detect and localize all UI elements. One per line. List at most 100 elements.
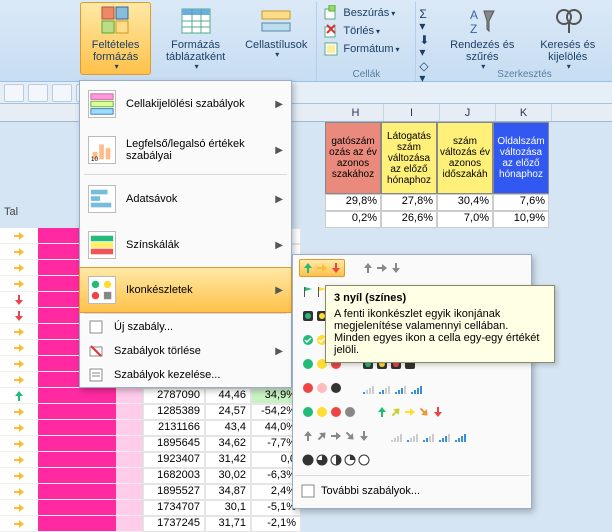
cell[interactable]: 34,87 (205, 484, 251, 500)
cell[interactable]: 31,42 (205, 452, 251, 468)
tooltip: 3 nyíl (színes) A fenti ikonkészlet egyi… (325, 285, 555, 363)
tool-btn[interactable] (4, 84, 24, 102)
col-i[interactable]: I (384, 104, 440, 121)
clear-icon[interactable]: ◇ ▾ (419, 60, 434, 84)
format-icon (323, 41, 339, 57)
trend-icon (0, 484, 38, 500)
find-icon (552, 5, 584, 37)
icon-set-option[interactable] (387, 451, 393, 469)
cell[interactable]: 30,02 (205, 468, 251, 484)
menu-manage-rules[interactable]: Szabályok kezelése... (80, 363, 291, 387)
format-as-table-button[interactable]: Formázás táblázatként▾ (155, 2, 236, 75)
trend-icon (0, 500, 38, 516)
icon-set-option[interactable] (299, 427, 373, 445)
cell[interactable]: -2,1% (251, 516, 301, 532)
tool-btn[interactable] (52, 84, 72, 102)
data-bar (38, 436, 143, 452)
cell[interactable]: 43,4 (205, 420, 251, 436)
highlight-icon (88, 90, 116, 118)
find-select-label: Keresés és kijelölés (532, 39, 603, 63)
table-icon (180, 5, 212, 37)
colorscales-icon (88, 231, 116, 259)
find-select-button[interactable]: Keresés és kijelölés▾ (527, 2, 608, 75)
sigma-icon[interactable]: Σ ▾ (419, 8, 434, 32)
more-rules[interactable]: További szabályok... (299, 480, 525, 502)
trend-icon (0, 308, 38, 324)
delete-button[interactable]: Törlés▾ (321, 22, 411, 40)
iconsets-icon (88, 276, 116, 304)
menu-new-rule[interactable]: Új szabály... (80, 315, 291, 339)
sort-filter-label: Rendezés és szűrés (446, 39, 518, 63)
cell[interactable]: 1737245 (143, 516, 205, 532)
menu-color-scales[interactable]: Színskálák▶ (80, 222, 291, 268)
group-label-cells: Cellák (317, 69, 415, 80)
ribbon: Feltételes formázás▾ Formázás táblázatké… (0, 0, 612, 82)
cell[interactable]: 44,46 (205, 388, 251, 404)
menu-highlight-rules[interactable]: Cellakijelölési szabályok▶ (80, 81, 291, 127)
cell[interactable]: 34,62 (205, 436, 251, 452)
cell[interactable]: 1895645 (143, 436, 205, 452)
menu-clear-rules[interactable]: Szabályok törlése▶ (80, 339, 291, 363)
manage-rules-icon (88, 367, 104, 383)
cond-fmt-icon (100, 5, 132, 37)
trend-icon (0, 260, 38, 276)
autosum-col: Σ ▾ ⬇ ▾ ◇ ▾ (416, 2, 437, 81)
data-bar (38, 516, 143, 532)
hdr-cell: szám változás év azonos időszakáh (437, 122, 493, 194)
icon-set-option[interactable] (359, 259, 405, 277)
insert-button[interactable]: Beszúrás▾ (321, 4, 411, 22)
cell[interactable]: 1734707 (143, 500, 205, 516)
fill-icon[interactable]: ⬇ ▾ (419, 34, 434, 58)
cell[interactable]: 24,57 (205, 404, 251, 420)
cell[interactable]: 1895527 (143, 484, 205, 500)
clear-rules-icon (88, 343, 104, 359)
row-label: Tal (4, 206, 18, 218)
cond-fmt-menu: Cellakijelölési szabályok▶ 10 Legfelső/l… (79, 80, 292, 388)
cell[interactable]: 2131166 (143, 420, 205, 436)
hdr-cell: gatószám ozás az év azonos szakához (325, 122, 381, 194)
hdr-cell: Látogatás szám változása az előző hónaph… (381, 122, 437, 194)
trend-icon (0, 372, 38, 388)
cell[interactable]: 31,71 (205, 516, 251, 532)
group-label-edit: Szerkesztés (437, 69, 612, 80)
icon-set-option[interactable] (373, 403, 447, 421)
tooltip-body: A fenti ikonkészlet egyik ikonjának megj… (334, 308, 546, 356)
hdr-cell: Oldalszám változása az előző hónaphoz (493, 122, 549, 194)
cell[interactable]: 1285389 (143, 404, 205, 420)
col-k[interactable]: K (496, 104, 552, 121)
data-bar (38, 388, 143, 404)
tool-btn[interactable] (28, 84, 48, 102)
tooltip-title: 3 nyíl (színes) (334, 292, 546, 304)
cell-styles-button[interactable]: Cellastílusok▾ (240, 2, 312, 75)
trend-icon (0, 292, 38, 308)
cond-fmt-label: Feltételes formázás (85, 39, 146, 63)
icon-set-option[interactable] (299, 379, 345, 397)
fmt-table-label: Formázás táblázatként (160, 39, 231, 63)
cell[interactable]: 1923407 (143, 452, 205, 468)
menu-data-bars[interactable]: Adatsávok▶ (80, 176, 291, 222)
col-j[interactable]: J (440, 104, 496, 121)
icon-set-option[interactable] (359, 379, 427, 397)
data-bar (38, 404, 143, 420)
sort-filter-button[interactable]: AZ Rendezés és szűrés▾ (441, 2, 523, 75)
trend-icon (0, 436, 38, 452)
trend-icon (0, 516, 38, 532)
cell[interactable]: 30,1 (205, 500, 251, 516)
data-bar (38, 484, 143, 500)
trend-icon (0, 228, 38, 244)
icon-set-option[interactable] (299, 403, 359, 421)
trend-icon (0, 452, 38, 468)
conditional-formatting-button[interactable]: Feltételes formázás▾ (80, 2, 151, 75)
trend-icon (0, 340, 38, 356)
ribbon-group-styles: Feltételes formázás▾ Formázás táblázatké… (0, 2, 317, 81)
trend-icon (0, 244, 38, 260)
col-h[interactable]: H (328, 104, 384, 121)
format-button[interactable]: Formátum▾ (321, 40, 411, 58)
icon-set-option[interactable] (387, 427, 471, 445)
cell[interactable]: 1682003 (143, 468, 205, 484)
icon-set-option[interactable] (299, 259, 345, 277)
icon-set-option[interactable] (299, 451, 373, 469)
menu-top-bottom[interactable]: 10 Legfelső/legalsó értékek szabályai▶ (80, 127, 291, 173)
menu-icon-sets[interactable]: Ikonkészletek▶ (79, 267, 292, 313)
cell[interactable]: 2787090 (143, 388, 205, 404)
